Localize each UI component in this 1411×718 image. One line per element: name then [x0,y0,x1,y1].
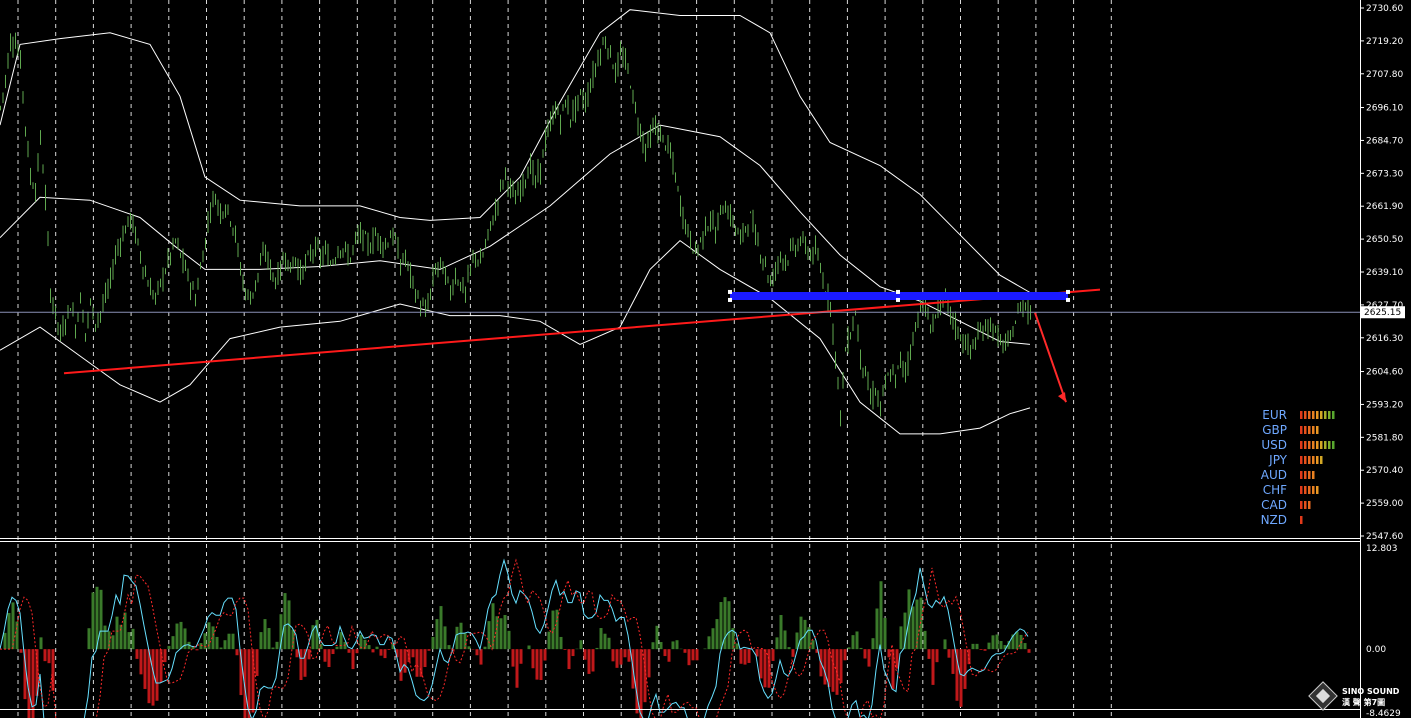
strength-bar [1300,471,1303,479]
price-tick-label: 2730.60 [1366,4,1403,14]
strength-bar [1312,471,1315,479]
strength-bar [1312,411,1315,419]
strength-bar [1304,486,1307,494]
price-tick-label: 2661.90 [1366,202,1403,212]
currency-label-jpy: JPY [1268,453,1288,467]
resistance-handle [728,297,732,302]
resistance-handle [896,297,900,302]
price-tick-label: 2684.70 [1366,136,1403,146]
currency-label-chf: CHF [1263,483,1287,497]
strength-bar [1324,441,1327,449]
strength-bar [1304,456,1307,464]
strength-bar [1300,456,1303,464]
strength-bar [1312,426,1315,434]
strength-bar [1308,501,1311,509]
oscillator-tick-label: 0.00 [1366,645,1386,655]
strength-bar [1308,456,1311,464]
strength-bar [1304,411,1307,419]
strength-bar [1320,456,1323,464]
price-tick-label: 2650.50 [1366,235,1403,245]
strength-bar [1312,441,1315,449]
strength-bar [1316,441,1319,449]
currency-label-eur: EUR [1262,408,1287,422]
strength-bar [1320,441,1323,449]
strength-bar [1300,426,1303,434]
strength-bar [1316,426,1319,434]
strength-bar [1300,411,1303,419]
strength-bar [1304,426,1307,434]
strength-bar [1308,426,1311,434]
strength-bar [1312,486,1315,494]
currency-label-aud: AUD [1261,468,1287,482]
resistance-handle [896,289,900,294]
strength-bar [1328,411,1331,419]
price-tick-label: 2696.10 [1366,104,1403,114]
currency-label-nzd: NZD [1261,513,1287,527]
strength-bar [1320,411,1323,419]
strength-bar [1300,441,1303,449]
price-tick-label: 2719.20 [1366,37,1403,47]
oscillator-tick-label: 12.803 [1366,544,1398,554]
currency-label-cad: CAD [1261,498,1287,512]
strength-bar [1300,486,1303,494]
price-tick-label: 2673.30 [1366,169,1403,179]
price-tick-label: 2559.00 [1366,499,1403,509]
resistance-handle [1066,289,1070,294]
currency-label-usd: USD [1261,438,1287,452]
strength-bar [1304,501,1307,509]
price-tick-label: 2570.40 [1366,466,1403,476]
price-tick-label: 2707.80 [1366,70,1403,80]
strength-bar [1308,486,1311,494]
strength-bar [1328,441,1331,449]
strength-bar [1304,471,1307,479]
price-tick-label: 2593.20 [1366,400,1403,410]
currency-label-gbp: GBP [1262,423,1287,437]
strength-bar [1316,411,1319,419]
price-tick-label: 2581.80 [1366,433,1403,443]
price-tick-label: 2547.60 [1366,532,1403,542]
strength-bar [1300,501,1303,509]
price-tick-label: 2616.30 [1366,334,1403,344]
current-price-label: 2625.15 [1364,308,1401,318]
chart-background [0,0,1411,718]
strength-bar [1312,456,1315,464]
logo-subtitle: 漢 聲 第7圖 [1342,697,1385,707]
strength-bar [1324,411,1327,419]
oscillator-tick-label: -8.4629 [1366,709,1401,718]
strength-bar [1300,516,1303,524]
logo-title: SINO SOUND [1342,687,1400,696]
price-chart: 2730.60 2719.20 2707.80 2696.10 2684.70 2673.… [0,0,1411,718]
strength-bar [1332,411,1335,419]
strength-bar [1304,441,1307,449]
strength-bar [1332,441,1335,449]
strength-bar [1308,411,1311,419]
resistance-handle [1066,297,1070,302]
strength-bar [1308,471,1311,479]
strength-bar [1316,456,1319,464]
resistance-handle [728,289,732,294]
strength-bar [1316,486,1319,494]
strength-bar [1308,441,1311,449]
price-tick-label: 2604.60 [1366,368,1403,378]
price-tick-label: 2639.10 [1366,268,1403,278]
